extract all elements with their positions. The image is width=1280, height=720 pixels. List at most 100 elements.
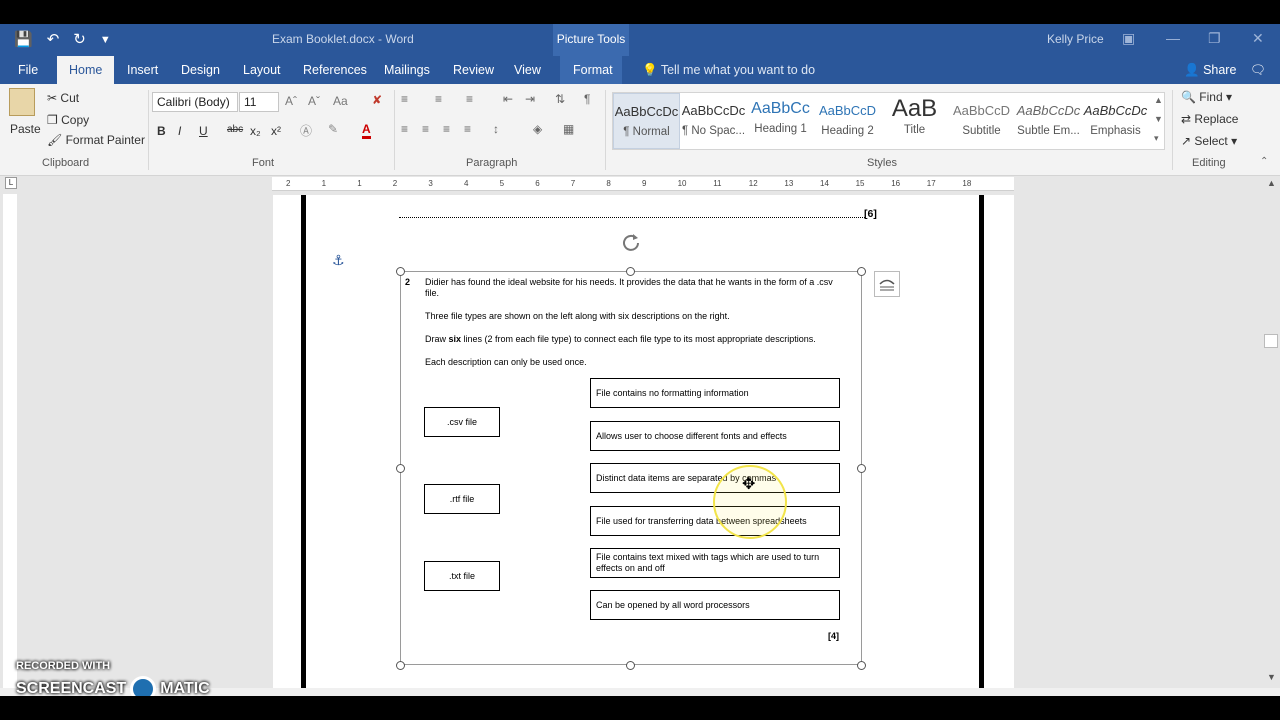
underline-button[interactable]: U xyxy=(199,124,208,138)
tab-file[interactable]: File xyxy=(18,63,38,77)
find-button[interactable]: 🔍 Find ▾ xyxy=(1181,90,1232,104)
separator xyxy=(605,90,606,170)
clear-formatting-icon[interactable]: ✘ xyxy=(372,93,382,107)
sort-icon[interactable]: ⇅ xyxy=(555,92,565,106)
style-title[interactable]: AaB Title xyxy=(881,93,948,149)
copy-button[interactable]: ❐ Copy xyxy=(47,113,89,127)
style-heading-1[interactable]: AaBbCc Heading 1 xyxy=(747,93,814,149)
style-normal[interactable]: AaBbCcDc ¶ Normal xyxy=(613,93,680,149)
undo-icon[interactable]: ↶ xyxy=(47,30,60,50)
tell-me-box[interactable]: 💡 Tell me what you want to do xyxy=(642,63,815,78)
paste-button[interactable]: Paste xyxy=(10,122,41,136)
share-button[interactable]: 👤 Share xyxy=(1184,63,1236,78)
ruler-ticks: 2 1 1 2 3 4 5 6 7 8 9 10 11 12 13 14 15 16 17 18 xyxy=(272,177,1014,191)
resize-handle[interactable] xyxy=(857,464,866,473)
resize-handle[interactable] xyxy=(396,661,405,670)
increase-indent-icon[interactable]: ⇥ xyxy=(525,92,535,106)
format-painter-button[interactable]: 🖌 Format Painter xyxy=(47,133,145,147)
grow-font-icon[interactable]: Aˆ xyxy=(285,94,297,108)
anchor-icon[interactable]: ⚓ xyxy=(332,252,345,269)
tab-review[interactable]: Review xyxy=(453,63,494,77)
tab-insert[interactable]: Insert xyxy=(127,63,158,77)
cut-button[interactable]: ✂ Cut xyxy=(47,91,79,105)
scrollbar-thumb[interactable] xyxy=(1264,334,1278,348)
vertical-scrollbar[interactable]: ▲ ▼ xyxy=(1263,176,1280,696)
styles-scroll-up-icon[interactable]: ▲ xyxy=(1154,95,1163,105)
style-subtle-emphasis[interactable]: AaBbCcDc Subtle Em... xyxy=(1015,93,1082,149)
replace-button[interactable]: ⇄ Replace xyxy=(1181,112,1238,126)
marks-top: [6] xyxy=(864,208,877,220)
style-no-spacing[interactable]: AaBbCcDc ¶ No Spac... xyxy=(680,93,747,149)
customize-qat-icon[interactable]: ▼ xyxy=(100,30,111,50)
close-icon[interactable]: ✕ xyxy=(1252,30,1264,47)
shrink-font-icon[interactable]: Aˇ xyxy=(308,94,320,108)
style-emphasis[interactable]: AaBbCcDc Emphasis xyxy=(1082,93,1149,149)
vertical-ruler[interactable] xyxy=(3,194,17,694)
share-label: Share xyxy=(1203,63,1237,77)
change-case-icon[interactable]: Aa xyxy=(333,94,348,108)
font-color-icon[interactable]: A xyxy=(362,122,371,139)
tab-format[interactable]: Format xyxy=(573,63,613,77)
borders-icon[interactable]: ▦ xyxy=(563,122,574,136)
layout-options-icon[interactable] xyxy=(874,271,900,297)
resize-handle[interactable] xyxy=(396,267,405,276)
clipboard-paste-icon[interactable] xyxy=(9,88,35,116)
comments-icon[interactable]: 🗨 xyxy=(1250,63,1266,78)
show-formatting-icon[interactable]: ¶ xyxy=(584,92,590,106)
description-box: Can be opened by all word processors xyxy=(590,590,840,620)
styles-more-icon[interactable]: ▾ xyxy=(1154,133,1159,144)
paragraph-group-label: Paragraph xyxy=(466,157,518,169)
save-icon[interactable]: 💾 xyxy=(14,30,33,50)
bold-button[interactable]: B xyxy=(157,124,166,138)
tab-selector-icon[interactable]: L xyxy=(5,177,17,189)
rotate-handle-icon[interactable] xyxy=(621,232,641,252)
multilevel-list-icon[interactable]: ≡ xyxy=(466,92,473,106)
font-name-select[interactable]: Calibri (Body) xyxy=(152,92,238,112)
redo-icon[interactable]: ↻ xyxy=(73,30,86,50)
styles-gallery[interactable]: AaBbCcDc ¶ Normal AaBbCcDc ¶ No Spac... … xyxy=(612,92,1165,150)
user-name[interactable]: Kelly Price xyxy=(1047,32,1104,46)
font-size-select[interactable]: 11 xyxy=(239,92,279,112)
resize-handle[interactable] xyxy=(857,267,866,276)
resize-handle[interactable] xyxy=(396,464,405,473)
text-effects-icon[interactable]: Ⓐ xyxy=(300,122,312,139)
ribbon-home: Paste ✂ Cut ❐ Copy 🖌 Format Painter Clip… xyxy=(0,84,1280,176)
restore-icon[interactable]: ❐ xyxy=(1208,30,1221,47)
superscript-button[interactable]: x² xyxy=(271,124,281,138)
watermark-line-2: SCREENCAST xyxy=(16,680,127,696)
strikethrough-button[interactable]: abc xyxy=(227,124,243,135)
tab-mailings[interactable]: Mailings xyxy=(384,63,430,77)
subscript-button[interactable]: x₂ xyxy=(250,124,261,138)
resize-handle[interactable] xyxy=(626,661,635,670)
align-right-icon[interactable]: ≡ xyxy=(443,122,450,136)
document-page[interactable]: [6] 2 Didier has found the ideal website… xyxy=(273,195,1014,695)
justify-icon[interactable]: ≡ xyxy=(464,122,471,136)
tab-view[interactable]: View xyxy=(514,63,541,77)
minimize-icon[interactable]: — xyxy=(1166,30,1180,46)
resize-handle[interactable] xyxy=(626,267,635,276)
horizontal-ruler[interactable]: 2 1 1 2 3 4 5 6 7 8 9 10 11 12 13 14 15 16 17 18 xyxy=(272,177,1014,191)
scroll-down-icon[interactable]: ▼ xyxy=(1267,672,1276,682)
decrease-indent-icon[interactable]: ⇤ xyxy=(503,92,513,106)
ribbon-display-icon[interactable]: ▣ xyxy=(1122,30,1135,47)
styles-scroll-down-icon[interactable]: ▼ xyxy=(1154,114,1163,124)
tab-design[interactable]: Design xyxy=(181,63,220,77)
select-button[interactable]: ↗ Select ▾ xyxy=(1181,134,1237,148)
shading-icon[interactable]: ◈ xyxy=(533,122,542,136)
style-name: Heading 2 xyxy=(821,125,874,137)
collapse-ribbon-icon[interactable]: ⌃ xyxy=(1260,156,1268,167)
highlight-icon[interactable]: ✎ xyxy=(328,122,338,136)
tab-home[interactable]: Home xyxy=(57,56,115,84)
tab-references[interactable]: References xyxy=(303,63,367,77)
italic-button[interactable]: I xyxy=(178,124,181,138)
style-heading-2[interactable]: AaBbCcD Heading 2 xyxy=(814,93,881,149)
align-left-icon[interactable]: ≡ xyxy=(401,122,408,136)
align-center-icon[interactable]: ≡ xyxy=(422,122,429,136)
line-spacing-icon[interactable]: ↕ xyxy=(493,122,499,136)
scroll-up-icon[interactable]: ▲ xyxy=(1267,178,1276,188)
resize-handle[interactable] xyxy=(857,661,866,670)
tab-layout[interactable]: Layout xyxy=(243,63,281,77)
bullets-icon[interactable]: ≡ xyxy=(401,92,408,106)
style-subtitle[interactable]: AaBbCcD Subtitle xyxy=(948,93,1015,149)
numbering-icon[interactable]: ≡ xyxy=(435,92,442,106)
